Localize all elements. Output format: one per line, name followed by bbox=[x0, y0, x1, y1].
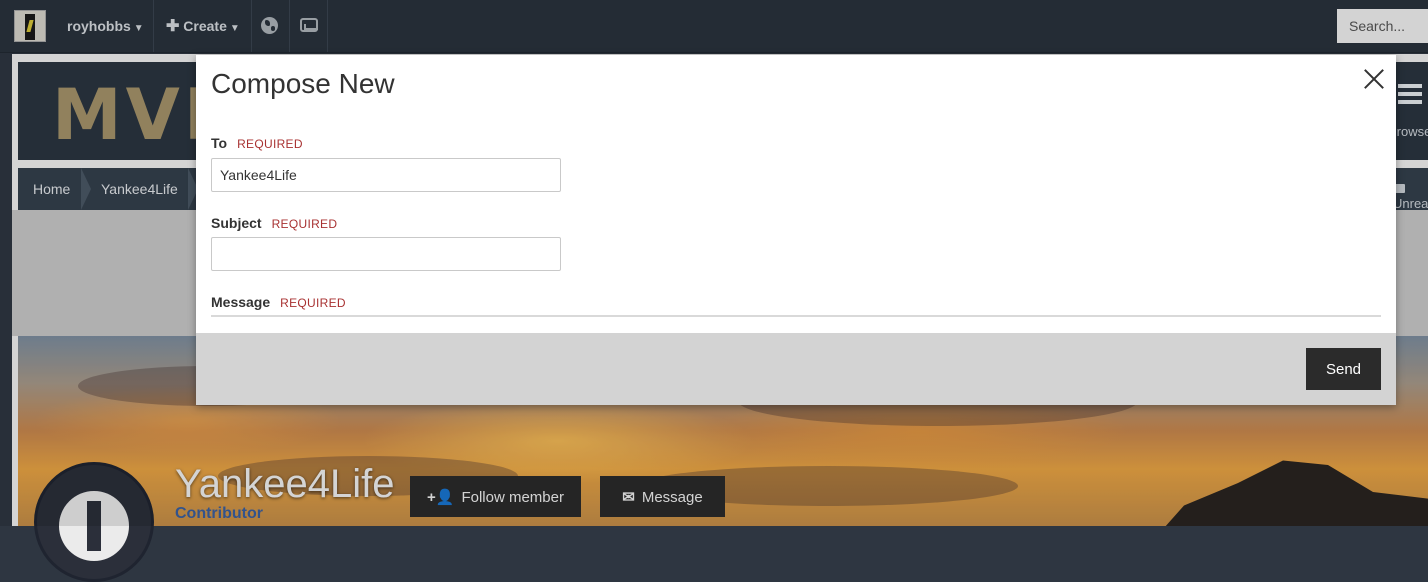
required-badge: REQUIRED bbox=[280, 296, 346, 310]
modal-footer: Send bbox=[196, 333, 1396, 405]
message-label-text: Message bbox=[211, 294, 271, 310]
to-field[interactable] bbox=[211, 158, 561, 192]
compose-modal: Compose New To REQUIRED Subject REQUIRED M… bbox=[196, 55, 1396, 405]
to-label: To REQUIRED bbox=[211, 135, 303, 151]
send-button[interactable]: Send bbox=[1306, 348, 1381, 390]
subject-label: Subject REQUIRED bbox=[211, 215, 337, 231]
required-badge: REQUIRED bbox=[237, 137, 303, 151]
subject-label-text: Subject bbox=[211, 215, 262, 231]
required-badge: REQUIRED bbox=[271, 217, 338, 231]
to-label-text: To bbox=[211, 135, 228, 151]
message-label: Message REQUIRED bbox=[211, 294, 346, 310]
message-editor[interactable] bbox=[211, 315, 1381, 317]
modal-title: Compose New bbox=[211, 68, 395, 99]
close-icon[interactable] bbox=[1363, 68, 1385, 90]
subject-field[interactable] bbox=[211, 237, 561, 271]
